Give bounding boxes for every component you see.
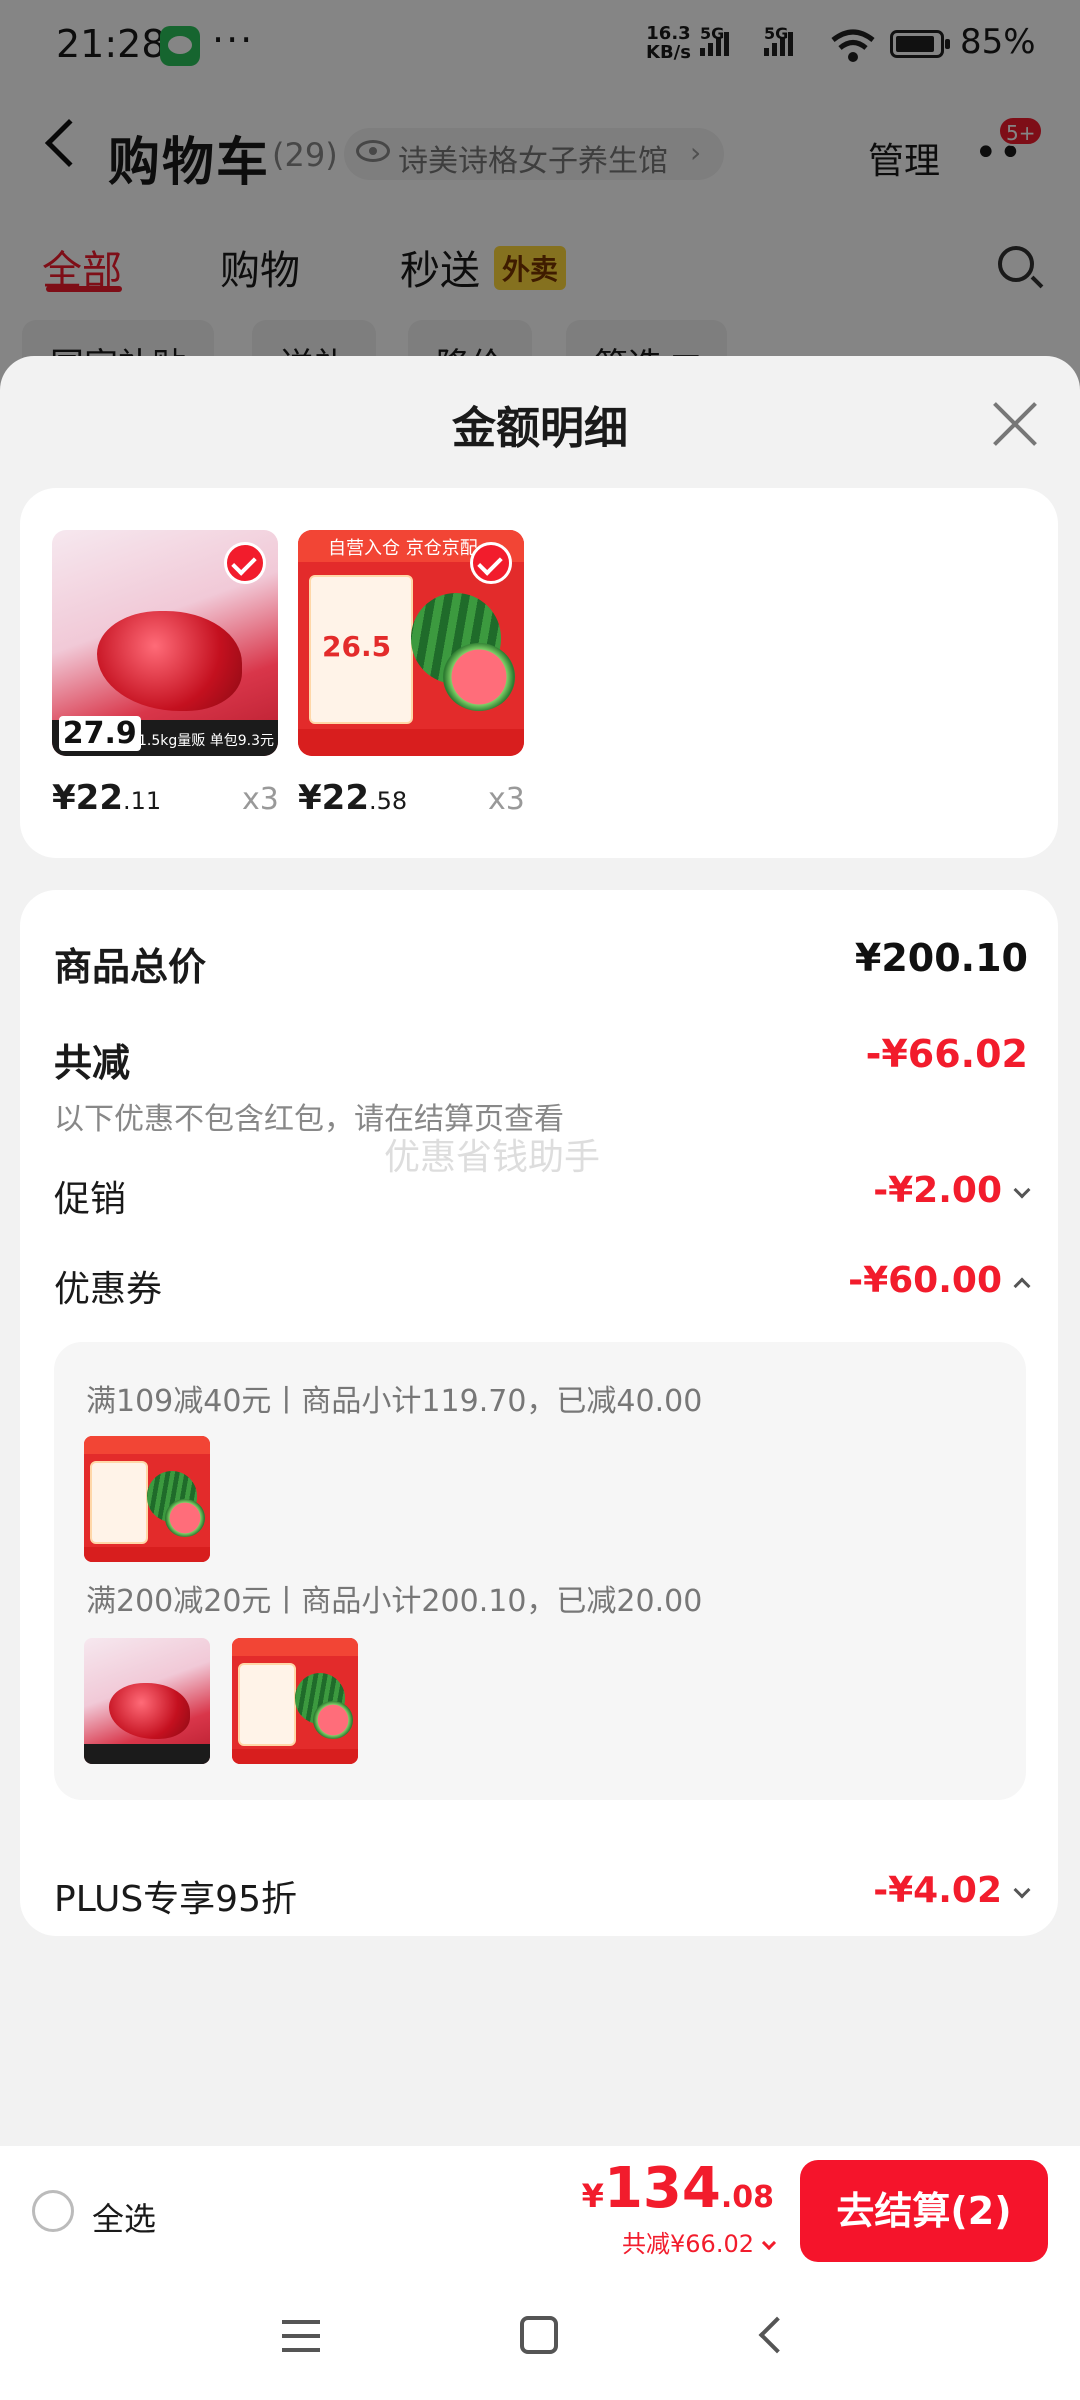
select-all-label[interactable]: 全选 [92,2194,156,2240]
plus-discount-label: PLUS专享95折 [54,1879,297,1920]
system-navigation-bar [0,2274,1080,2400]
coupon-label: 优惠券 [54,1269,163,1310]
plus-discount-row[interactable]: -¥4.02 [873,1870,1031,1911]
promotion-value: -¥2.00 [873,1170,1002,1211]
product-quantity: x3 [242,782,279,817]
coupon-rule-2: 满200减20元丨商品小计200.10，已减20.00 [86,1584,703,1619]
product-image-caption: 1.5kg量贩 单包9.3元 [138,733,274,749]
total-reduction-value: -¥66.02 [865,1032,1028,1076]
coupon-product-image-watermelon-2[interactable] [232,1638,358,1764]
amount-detail-sheet: 金额明细 27.9 1.5kg量贩 单包9.3元 ¥22.11 x3 自营入仓 … [0,356,1080,2146]
checkout-button[interactable]: 去结算(2) [800,2160,1048,2262]
coupon-detail-box: 满109减40元丨商品小计119.70，已减40.00 满200减20元丨商品小… [54,1342,1026,1800]
chevron-down-icon [1013,1881,1031,1899]
total-price-label: 商品总价 [54,945,207,989]
total-price-value: ¥200.10 [854,936,1028,980]
product-image-price: 27.9 [58,716,141,752]
coupon-product-image-watermelon[interactable] [84,1436,210,1562]
chevron-up-icon [1013,1277,1031,1295]
total-reduction-label: 共减 [54,1041,131,1085]
select-all-radio[interactable] [32,2190,74,2232]
promotion-row[interactable]: -¥2.00 [873,1170,1031,1211]
product-card: 27.9 1.5kg量贩 单包9.3元 ¥22.11 x3 自营入仓 京仓京配 … [20,488,1058,858]
product-quantity: x3 [488,782,525,817]
coupon-rule-1: 满109减40元丨商品小计119.70，已减40.00 [86,1384,703,1419]
promotion-label: 促销 [54,1179,127,1220]
back-nav-icon[interactable] [758,2316,796,2354]
home-icon[interactable] [520,2316,558,2354]
coupon-product-image-dates[interactable] [84,1638,210,1764]
product-price: ¥22.11 [52,778,162,818]
plus-discount-value: -¥4.02 [873,1870,1002,1911]
checkmark-icon [470,542,512,584]
coupon-row[interactable]: -¥60.00 [848,1260,1031,1301]
product-image-watermelon[interactable]: 自营入仓 京仓京配 26.5 [298,530,524,756]
chevron-down-icon [761,2235,777,2251]
payable-total: ¥134.08 [581,2156,774,2221]
product-price: ¥22.58 [298,778,408,818]
product-image-caption-2: 自营入仓 京仓京配 [328,538,478,559]
close-icon[interactable] [990,400,1040,450]
checkmark-icon [224,542,266,584]
coupon-value: -¥60.00 [848,1260,1002,1301]
menu-icon[interactable] [282,2320,320,2352]
checkout-bar: 全选 ¥134.08 共减¥66.02 去结算(2) [0,2146,1080,2274]
sheet-title: 金额明细 [452,403,628,454]
chevron-down-icon [1013,1181,1031,1199]
product-image-dates[interactable]: 27.9 1.5kg量贩 单包9.3元 [52,530,278,756]
watermark-text: 优惠省钱助手 [384,1137,601,1178]
discount-summary[interactable]: 共减¥66.02 [622,2224,777,2259]
product-image-price-2: 26.5 [322,630,392,663]
